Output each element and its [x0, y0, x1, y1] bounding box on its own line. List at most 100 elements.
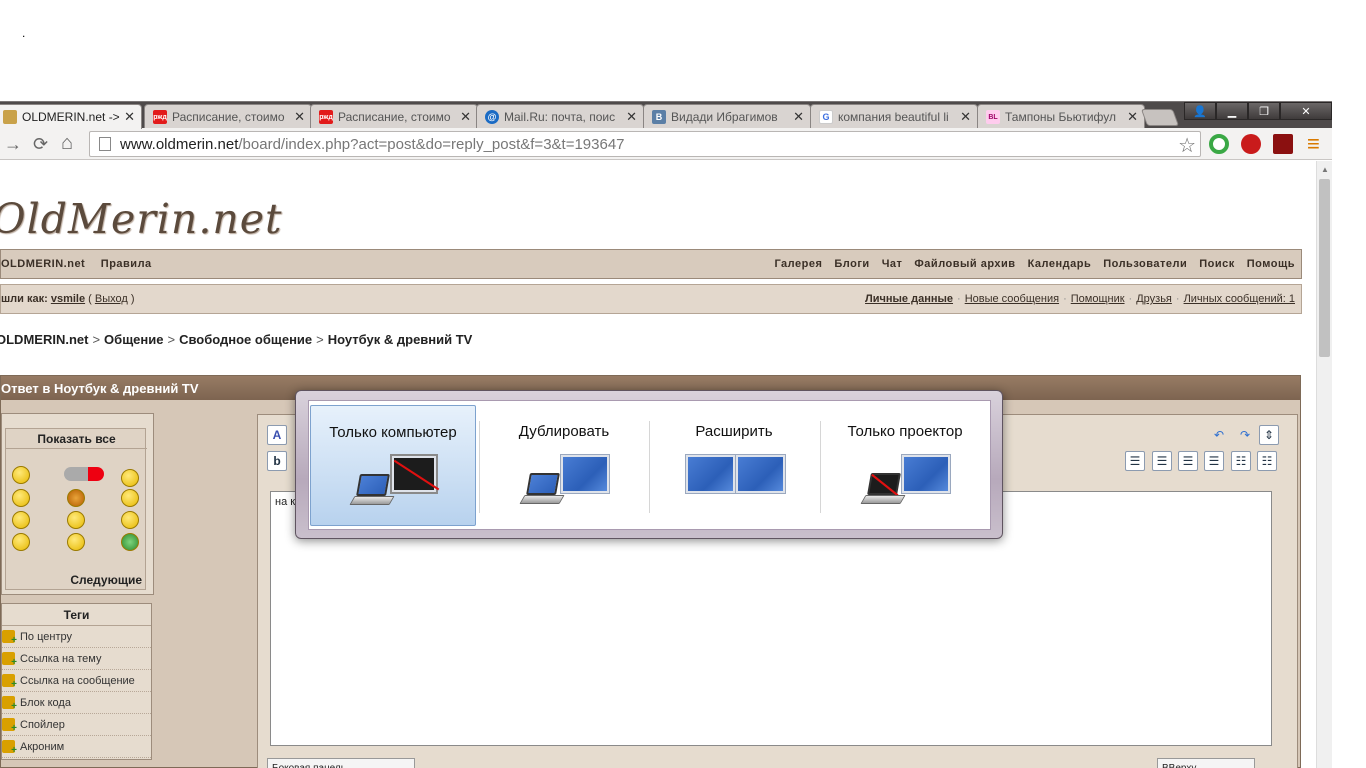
option-computer-only[interactable]: Только компьютер — [310, 405, 476, 526]
smiley-icon[interactable] — [121, 533, 139, 551]
tab-label: Расписание, стоимо — [338, 110, 451, 124]
indent-icon[interactable]: ☰ — [1125, 451, 1145, 471]
new-tab-button[interactable] — [1140, 109, 1180, 126]
option-divider — [649, 421, 650, 513]
tab-mailru[interactable]: @ Mail.Ru: почта, поис ✕ — [476, 104, 644, 129]
align-center-icon[interactable]: ☰ — [1178, 451, 1198, 471]
messages-link[interactable]: Личных сообщений: 1 — [1184, 293, 1295, 305]
tab-label: Расписание, стоимо — [172, 110, 285, 124]
tab-google[interactable]: G компания beautiful li ✕ — [810, 104, 978, 129]
tab-close-icon[interactable]: ✕ — [294, 109, 305, 125]
user-bar: шли как: vsmile ( Выход ) Личные данные ·… — [0, 284, 1302, 314]
smiley-icon[interactable] — [121, 511, 139, 529]
tag-item-code-block[interactable]: Блок кода — [2, 692, 151, 714]
bold-button[interactable]: b — [267, 451, 287, 471]
logout-link[interactable]: Выход — [95, 293, 128, 305]
resize-icon[interactable]: ⇕ — [1259, 425, 1279, 445]
tag-item-topic-link[interactable]: Ссылка на тему — [2, 648, 151, 670]
tag-item-spoiler[interactable]: Спойлер — [2, 714, 151, 736]
maximize-button[interactable]: ❐ — [1248, 102, 1280, 120]
option-duplicate[interactable]: Дублировать — [481, 405, 647, 526]
tag-item-acronym[interactable]: Акроним — [2, 736, 151, 758]
nav-home-link[interactable]: OLDMERIN.net — [1, 258, 85, 270]
close-window-button[interactable]: ✕ — [1280, 102, 1332, 120]
breadcrumb-item[interactable]: Свободное общение — [179, 332, 312, 347]
tab-rzd-2[interactable]: ржд Расписание, стоимо ✕ — [310, 104, 478, 129]
assistant-link[interactable]: Помощник — [1071, 293, 1125, 305]
address-bar[interactable]: www.oldmerin.net/board/index.php?act=pos… — [89, 131, 1201, 157]
nav-users-link[interactable]: Пользователи — [1103, 258, 1187, 270]
nav-blogs-link[interactable]: Блоги — [834, 258, 869, 270]
show-all-smilies-link[interactable]: Показать все — [6, 429, 147, 449]
smiley-gun-icon[interactable] — [64, 467, 104, 481]
friends-link[interactable]: Друзья — [1136, 293, 1172, 305]
sidebar-toggle-button[interactable]: Боковая панель — [267, 758, 415, 768]
forward-icon[interactable]: → — [4, 134, 22, 155]
smiley-icon[interactable] — [67, 511, 85, 529]
user-profile-icon[interactable]: 👤 — [1184, 102, 1216, 120]
smiley-icon[interactable] — [12, 466, 30, 484]
nav-gallery-link[interactable]: Галерея — [774, 258, 822, 270]
home-icon[interactable]: ⌂ — [61, 132, 73, 155]
nav-files-link[interactable]: Файловый архив — [914, 258, 1015, 270]
top-button[interactable]: ВВерху — [1157, 758, 1255, 768]
extension-red-icon[interactable] — [1241, 134, 1261, 154]
smiley-icon[interactable] — [12, 533, 30, 551]
nav-search-link[interactable]: Поиск — [1199, 258, 1235, 270]
option-extend[interactable]: Расширить — [651, 405, 817, 526]
tab-close-icon[interactable]: ✕ — [1127, 109, 1138, 125]
new-posts-link[interactable]: Новые сообщения — [965, 293, 1059, 305]
align-left-icon[interactable]: ☰ — [1152, 451, 1172, 471]
extension-green-icon[interactable] — [1209, 134, 1229, 154]
option-projector-only[interactable]: Только проектор — [822, 405, 988, 526]
tab-vk[interactable]: B Видади Ибрагимов ✕ — [643, 104, 811, 129]
scroll-up-icon[interactable]: ▲ — [1321, 165, 1329, 174]
bookmark-star-icon[interactable]: ☆ — [1178, 133, 1196, 158]
breadcrumb-item[interactable]: Ноутбук & древний TV — [328, 332, 473, 347]
tag-item-post-link[interactable]: Ссылка на сообщение — [2, 670, 151, 692]
nav-calendar-link[interactable]: Календарь — [1028, 258, 1092, 270]
scrollbar-thumb[interactable] — [1319, 179, 1330, 357]
tab-rzd-1[interactable]: ржд Расписание, стоимо ✕ — [144, 104, 312, 129]
next-smilies-link[interactable]: Следующие — [70, 573, 142, 587]
align-right-icon[interactable]: ☰ — [1204, 451, 1224, 471]
smiley-icon[interactable] — [67, 489, 85, 507]
tab-close-icon[interactable]: ✕ — [460, 109, 471, 125]
numbered-list-icon[interactable]: ☷ — [1231, 451, 1251, 471]
site-logo[interactable]: OldMerin.net — [0, 195, 283, 243]
option-divider — [479, 421, 480, 513]
smiley-icon[interactable] — [12, 489, 30, 507]
nav-rules-link[interactable]: Правила — [101, 258, 152, 270]
add-tag-icon — [2, 674, 17, 690]
page-scrollbar[interactable]: ▲ — [1316, 161, 1332, 768]
login-user-link[interactable]: vsmile — [51, 293, 85, 305]
add-tag-icon — [2, 718, 17, 734]
minimize-button[interactable]: ▁ — [1216, 102, 1248, 120]
breadcrumb-item[interactable]: OLDMERIN.net — [0, 332, 88, 347]
tab-close-icon[interactable]: ✕ — [124, 109, 135, 125]
tab-label: Тампоны Бьютифул — [1005, 110, 1117, 124]
smiley-icon[interactable] — [67, 533, 85, 551]
tab-close-icon[interactable]: ✕ — [960, 109, 971, 125]
font-style-icon[interactable]: A — [267, 425, 287, 445]
smiley-icon[interactable] — [121, 469, 139, 487]
tag-item-center[interactable]: По центру — [2, 626, 151, 648]
undo-icon[interactable]: ↶ — [1209, 425, 1229, 445]
tab-close-icon[interactable]: ✕ — [626, 109, 637, 125]
redo-icon[interactable]: ↷ — [1235, 425, 1255, 445]
bullet-list-icon[interactable]: ☷ — [1257, 451, 1277, 471]
nav-chat-link[interactable]: Чат — [882, 258, 903, 270]
pdf-icon[interactable] — [1273, 134, 1293, 154]
tab-close-icon[interactable]: ✕ — [793, 109, 804, 125]
smiley-icon[interactable] — [121, 489, 139, 507]
smiley-icon[interactable] — [12, 511, 30, 529]
tag-label: Блок кода — [20, 696, 71, 709]
reload-icon[interactable]: ⟳ — [33, 134, 48, 155]
breadcrumb: OLDMERIN.net > Общение > Свободное общение > Н… — [0, 332, 472, 347]
tab-oldmerin[interactable]: OLDMERIN.net -> От ✕ — [0, 104, 142, 129]
nav-help-link[interactable]: Помощь — [1247, 258, 1295, 270]
tab-beautiful[interactable]: BL Тампоны Бьютифул ✕ — [977, 104, 1145, 129]
breadcrumb-item[interactable]: Общение — [104, 332, 163, 347]
my-controls-link[interactable]: Личные данные — [865, 293, 953, 305]
menu-icon[interactable]: ≡ — [1307, 131, 1320, 157]
